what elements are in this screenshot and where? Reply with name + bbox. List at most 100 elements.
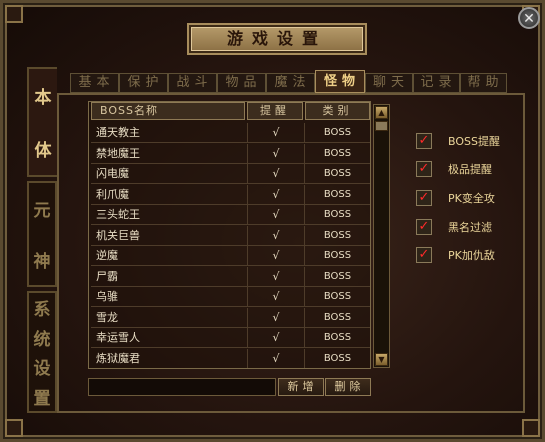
tab-help[interactable]: 帮助	[460, 73, 507, 93]
boss-type: BOSS	[323, 189, 352, 200]
side-tab-char: 统	[33, 329, 51, 350]
option-label: 黑名过滤	[448, 221, 492, 234]
frame-corner	[522, 419, 540, 437]
option-checkbox[interactable]: ✓	[416, 219, 432, 235]
scroll-down-icon[interactable]: ▼	[375, 353, 388, 366]
side-tab-char: 神	[33, 252, 51, 272]
boss-name: 幸运雪人	[96, 331, 140, 344]
tab-protection[interactable]: 保护	[119, 73, 168, 93]
table-row[interactable]: 三头蛇王 √ BOSS	[91, 205, 370, 225]
table-row[interactable]: 利爪魔 √ BOSS	[91, 185, 370, 205]
option-label: PK加仇敌	[448, 249, 495, 262]
option-checkbox[interactable]: ✓	[416, 133, 432, 149]
add-button[interactable]: 新增	[278, 378, 324, 396]
remind-check[interactable]: √	[247, 164, 305, 183]
boss-name: 雪龙	[96, 311, 118, 324]
boss-list: BOSS名称 提醒 类别 通天教主 √ BOSS 禁地魔王 √ BOSS 闪电魔 √ BOS…	[88, 101, 371, 369]
boss-type: BOSS	[323, 250, 352, 261]
column-header-type[interactable]: 类别	[305, 102, 370, 120]
table-row[interactable]: 幸运雪人 √ BOSS	[91, 328, 370, 348]
category-tabs: 基本 保护 战斗 物品 魔法 怪物 聊天 记录 帮助	[70, 70, 507, 93]
tab-chat[interactable]: 聊天	[365, 73, 413, 93]
boss-name: 乌骓	[96, 290, 118, 303]
table-row[interactable]: 雪龙 √ BOSS	[91, 308, 370, 328]
window-title: 游戏设置	[189, 25, 365, 53]
remind-check[interactable]: √	[247, 308, 305, 327]
tab-monsters[interactable]: 怪物	[315, 70, 365, 93]
option-pk-add-enemy[interactable]: ✓ PK加仇敌	[416, 246, 495, 264]
boss-name: 通天教主	[96, 126, 140, 139]
tab-magic[interactable]: 魔法	[266, 73, 315, 93]
remind-check[interactable]: √	[247, 123, 305, 142]
table-row[interactable]: 闪电魔 √ BOSS	[91, 164, 370, 184]
boss-type: BOSS	[323, 209, 352, 220]
side-tab-body[interactable]: 本体	[27, 67, 57, 177]
boss-name: 逆魔	[96, 249, 118, 262]
boss-type: BOSS	[323, 271, 352, 282]
boss-name: 炼狱魔君	[96, 352, 140, 365]
remind-check[interactable]: √	[247, 144, 305, 163]
side-tab-char: 置	[33, 388, 51, 409]
remind-check[interactable]: √	[247, 349, 305, 368]
option-label: BOSS提醒	[448, 135, 500, 148]
tab-log[interactable]: 记录	[413, 73, 460, 93]
game-settings-window: 游戏设置 ✕ 本体 元神 系统设置 基本 保护 战斗 物品 魔法 怪物 聊天 记…	[0, 0, 545, 442]
list-scrollbar[interactable]: ▲ ▼	[373, 104, 390, 368]
option-blacklist-filter[interactable]: ✓ 黑名过滤	[416, 218, 492, 236]
option-pk-full-attack[interactable]: ✓ PK变全攻	[416, 189, 495, 207]
side-tab-char: 元	[33, 201, 51, 221]
side-tab-char: 本	[34, 88, 52, 108]
option-checkbox[interactable]: ✓	[416, 161, 432, 177]
table-row[interactable]: 机关巨兽 √ BOSS	[91, 226, 370, 246]
table-row[interactable]: 尸霸 √ BOSS	[91, 267, 370, 287]
remind-check[interactable]: √	[247, 246, 305, 265]
tab-basic[interactable]: 基本	[70, 73, 119, 93]
option-rare-item-remind[interactable]: ✓ 极品提醒	[416, 160, 492, 178]
frame-corner	[5, 419, 23, 437]
tab-items[interactable]: 物品	[217, 73, 266, 93]
option-checkbox[interactable]: ✓	[416, 190, 432, 206]
side-tab-spirit[interactable]: 元神	[27, 181, 57, 287]
side-tab-char: 设	[33, 359, 51, 380]
boss-name: 利爪魔	[96, 188, 129, 201]
option-checkbox[interactable]: ✓	[416, 247, 432, 263]
boss-name: 三头蛇王	[96, 208, 140, 221]
scroll-up-icon[interactable]: ▲	[375, 106, 388, 119]
scroll-thumb[interactable]	[375, 121, 388, 131]
remind-check[interactable]: √	[247, 267, 305, 286]
boss-type: BOSS	[323, 148, 352, 159]
remind-check[interactable]: √	[247, 185, 305, 204]
option-label: PK变全攻	[448, 192, 495, 205]
side-tab-char: 体	[34, 141, 52, 161]
table-row[interactable]: 乌骓 √ BOSS	[91, 287, 370, 307]
boss-name: 闪电魔	[96, 167, 129, 180]
boss-type: BOSS	[323, 127, 352, 138]
remind-check[interactable]: √	[247, 226, 305, 245]
boss-type: BOSS	[323, 312, 352, 323]
delete-button[interactable]: 删除	[325, 378, 371, 396]
column-header-boss-name[interactable]: BOSS名称	[91, 102, 245, 120]
boss-type: BOSS	[323, 353, 352, 364]
remind-check[interactable]: √	[247, 205, 305, 224]
boss-name: 机关巨兽	[96, 229, 140, 242]
close-button[interactable]: ✕	[518, 7, 540, 29]
side-tab-system-settings[interactable]: 系统设置	[27, 291, 57, 413]
remind-check[interactable]: √	[247, 287, 305, 306]
table-row[interactable]: 炼狱魔君 √ BOSS	[91, 349, 370, 368]
remind-check[interactable]: √	[247, 328, 305, 347]
option-boss-remind[interactable]: ✓ BOSS提醒	[416, 132, 500, 150]
option-label: 极品提醒	[448, 163, 492, 176]
boss-type: BOSS	[323, 168, 352, 179]
table-row[interactable]: 禁地魔王 √ BOSS	[91, 144, 370, 164]
boss-type: BOSS	[323, 291, 352, 302]
table-row[interactable]: 通天教主 √ BOSS	[91, 123, 370, 143]
column-header-remind[interactable]: 提醒	[247, 102, 303, 120]
boss-name-input[interactable]	[88, 378, 276, 396]
tab-combat[interactable]: 战斗	[168, 73, 217, 93]
frame-corner	[5, 5, 23, 23]
boss-name: 禁地魔王	[96, 147, 140, 160]
table-row[interactable]: 逆魔 √ BOSS	[91, 246, 370, 266]
boss-type: BOSS	[323, 332, 352, 343]
boss-type: BOSS	[323, 230, 352, 241]
side-tab-char: 系	[33, 300, 51, 321]
